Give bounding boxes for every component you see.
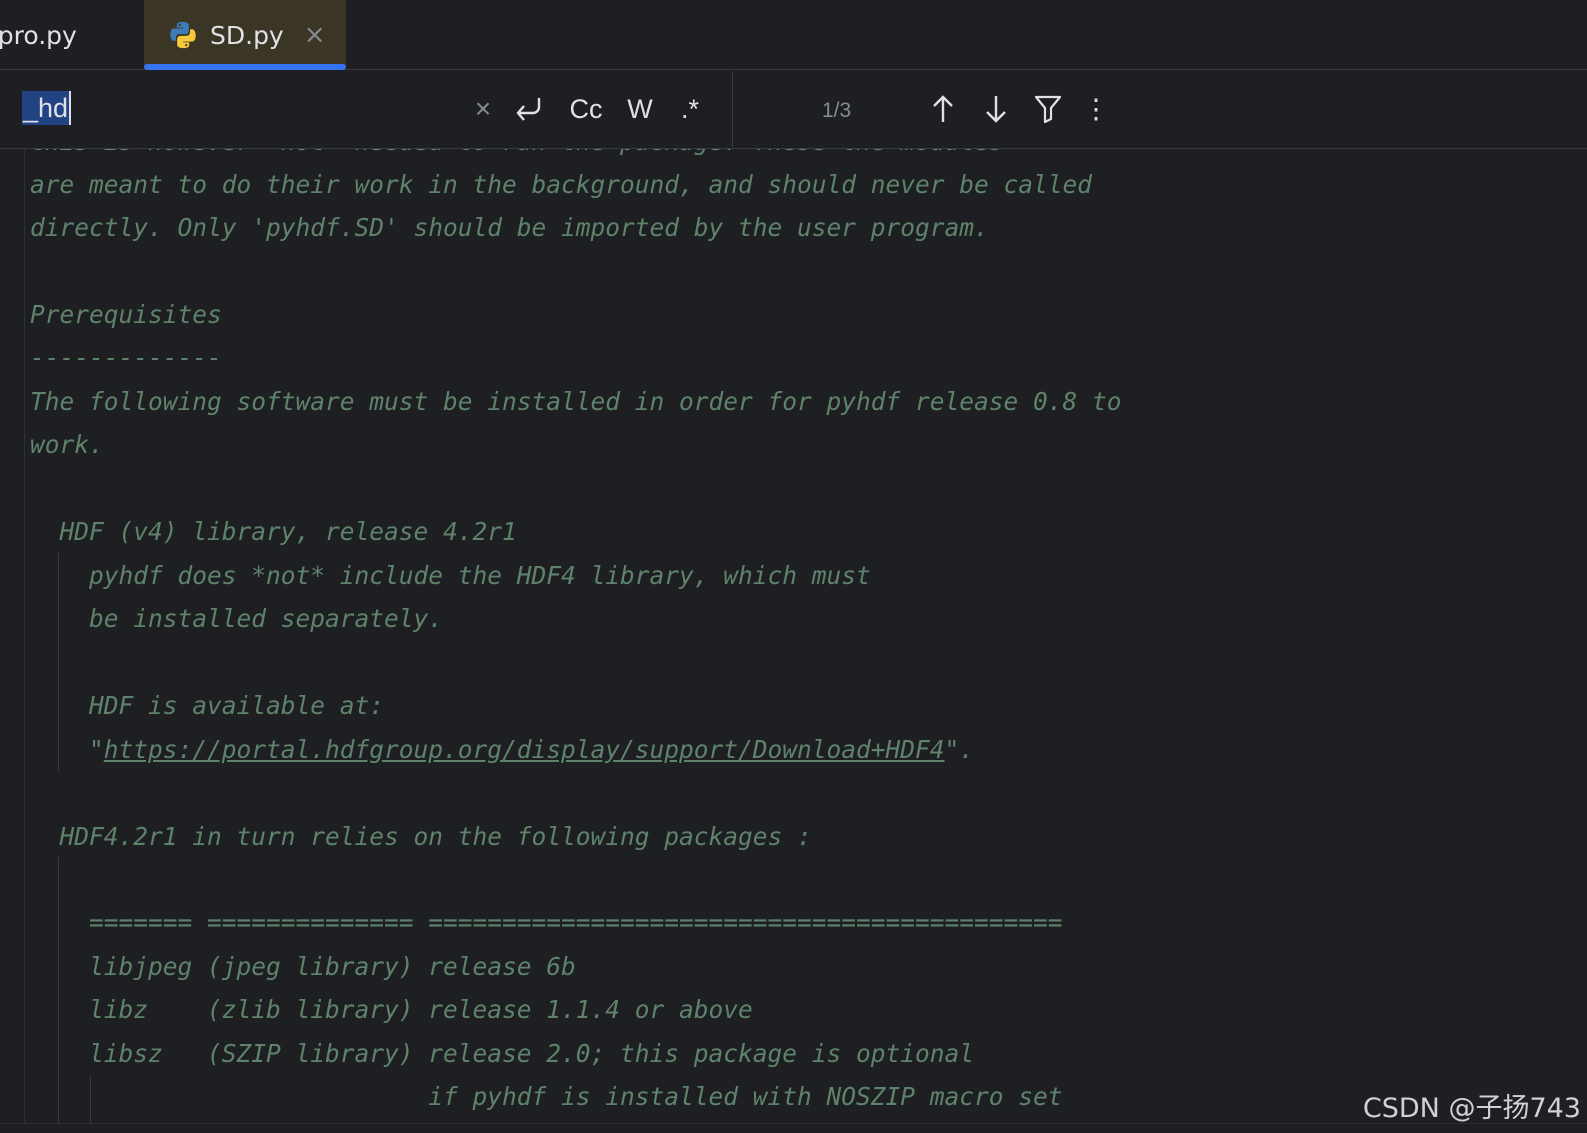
search-input[interactable]: _hd <box>22 91 72 125</box>
code-line: Prerequisites <box>30 300 222 329</box>
code-line: libz (zlib library) release 1.1.4 or abo… <box>30 995 753 1024</box>
code-line: ======= ============== =================… <box>30 908 1063 937</box>
tab-label: SD.py <box>210 20 284 50</box>
horizontal-scrollbar[interactable] <box>0 1123 1587 1133</box>
code-line: HDF (v4) library, release 4.2r1 <box>30 517 517 546</box>
hdf-download-link[interactable]: https://portal.hdfgroup.org/display/supp… <box>104 735 945 764</box>
return-arrow-icon <box>516 98 541 121</box>
tab-label: cpro.py <box>0 20 77 50</box>
code-line: HDF4.2r1 in turn relies on the following… <box>30 822 812 851</box>
previous-occurrence-icon[interactable] <box>925 89 961 129</box>
arrow-up-icon <box>933 95 953 122</box>
regex-button[interactable]: .* <box>670 89 710 129</box>
code-line: pyhdf does *not* include the HDF4 librar… <box>30 561 871 590</box>
code-line: be installed separately. <box>30 604 444 633</box>
tab-cpro-py[interactable]: cpro.py <box>0 0 134 70</box>
editor-tab-bar: cpro.py SD.py × <box>0 0 1587 70</box>
match-count: 1/3 <box>822 99 852 122</box>
close-tab-icon[interactable]: × <box>304 20 326 50</box>
match-case-button[interactable]: Cc <box>565 89 607 129</box>
tab-sd-py[interactable]: SD.py × <box>144 0 346 70</box>
code-line: ------------- <box>30 343 222 372</box>
code-line: this is however *not* needed to run the … <box>30 149 1004 164</box>
arrow-down-icon <box>986 96 1006 123</box>
find-bar: _hd × Cc W .* 1/3 ⋮ <box>0 71 1587 149</box>
code-line-url: "https://portal.hdfgroup.org/display/sup… <box>30 728 974 772</box>
next-occurrence-icon[interactable] <box>978 89 1014 129</box>
code-line: directly. Only 'pyhdf.SD' should be impo… <box>30 213 989 242</box>
gutter-border <box>24 149 25 1123</box>
url-suffix: ". <box>944 735 975 764</box>
filter-icon <box>1034 95 1062 124</box>
url-prefix: " <box>30 735 104 764</box>
code-line: are meant to do their work in the backgr… <box>30 170 1093 199</box>
code-line: The following software must be installed… <box>30 387 1122 416</box>
code-editor[interactable]: this is however *not* needed to run the … <box>0 149 1587 1123</box>
code-line: if pyhdf is installed with NOSZIP macro … <box>30 1082 1063 1111</box>
code-line: libsz (SZIP library) release 2.0; this p… <box>30 1039 975 1068</box>
watermark: CSDN @子扬743 <box>1362 1093 1581 1124</box>
active-tab-indicator <box>144 64 346 70</box>
find-bar-divider <box>732 71 733 149</box>
code-line: work. <box>30 430 104 459</box>
code-line: HDF is available at: <box>30 691 385 720</box>
new-line-icon[interactable] <box>510 89 546 129</box>
python-icon <box>170 21 196 49</box>
code-line: libjpeg (jpeg library) release 6b <box>30 952 576 981</box>
filter-search-results-icon[interactable] <box>1030 89 1066 129</box>
clear-search-icon[interactable]: × <box>468 89 498 129</box>
whole-words-button[interactable]: W <box>622 89 658 129</box>
more-options-icon[interactable]: ⋮ <box>1082 89 1110 129</box>
